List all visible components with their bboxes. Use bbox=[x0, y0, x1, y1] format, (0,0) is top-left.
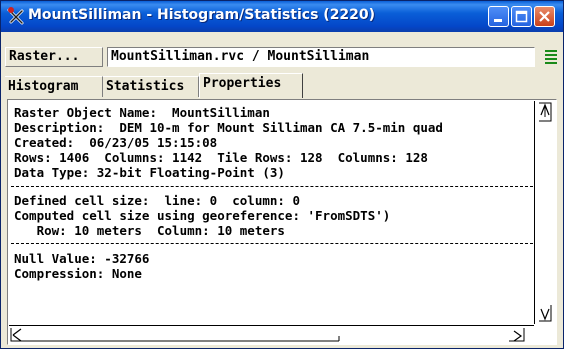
close-icon bbox=[539, 11, 550, 22]
section-divider bbox=[11, 186, 533, 187]
property-line: Null Value: -32766 bbox=[14, 251, 150, 266]
properties-panel: Raster Object Name: MountSilliman Descri… bbox=[7, 99, 557, 345]
property-line: Description: DEM 10-m for Mount Silliman… bbox=[14, 120, 443, 135]
title-bar[interactable]: MountSilliman - Histogram/Statistics (22… bbox=[1, 1, 563, 32]
property-line: Row: 10 meters Column: 10 meters bbox=[14, 223, 285, 238]
minimize-icon bbox=[494, 19, 502, 22]
property-line: Rows: 1406 Columns: 1142 Tile Rows: 128 … bbox=[14, 150, 428, 165]
section-divider bbox=[11, 243, 533, 244]
raster-path-field[interactable]: MountSilliman.rvc / MountSilliman bbox=[107, 47, 535, 67]
tab-histogram[interactable]: Histogram bbox=[5, 76, 103, 97]
tab-bar: Histogram Statistics Properties bbox=[5, 73, 559, 98]
raster-select-button[interactable]: Raster... bbox=[5, 47, 103, 67]
maximize-icon bbox=[515, 10, 528, 23]
horizontal-scrollbar[interactable] bbox=[9, 325, 534, 344]
histogram-statistics-window: MountSilliman - Histogram/Statistics (22… bbox=[0, 0, 564, 349]
maximize-button[interactable] bbox=[511, 6, 532, 27]
menu-icon[interactable] bbox=[545, 49, 557, 65]
minimize-button[interactable] bbox=[488, 6, 509, 27]
close-button[interactable] bbox=[534, 6, 555, 27]
property-line: Compression: None bbox=[14, 266, 142, 281]
raster-toolbar: Raster... MountSilliman.rvc / MountSilli… bbox=[5, 46, 559, 68]
tab-properties[interactable]: Properties bbox=[199, 73, 303, 98]
property-line: Data Type: 32-bit Floating-Point (3) bbox=[14, 165, 285, 180]
properties-text[interactable]: Raster Object Name: MountSilliman Descri… bbox=[11, 103, 533, 325]
vertical-scrollbar[interactable] bbox=[534, 101, 555, 324]
tab-statistics[interactable]: Statistics bbox=[103, 76, 199, 97]
property-line: Defined cell size: line: 0 column: 0 bbox=[14, 193, 300, 208]
window-title: MountSilliman - Histogram/Statistics (22… bbox=[28, 7, 376, 23]
property-line: Raster Object Name: MountSilliman bbox=[14, 105, 270, 120]
property-line: Computed cell size using georeference: '… bbox=[14, 208, 391, 223]
property-line: Created: 06/23/05 15:15:08 bbox=[14, 135, 218, 150]
app-icon bbox=[7, 7, 25, 25]
